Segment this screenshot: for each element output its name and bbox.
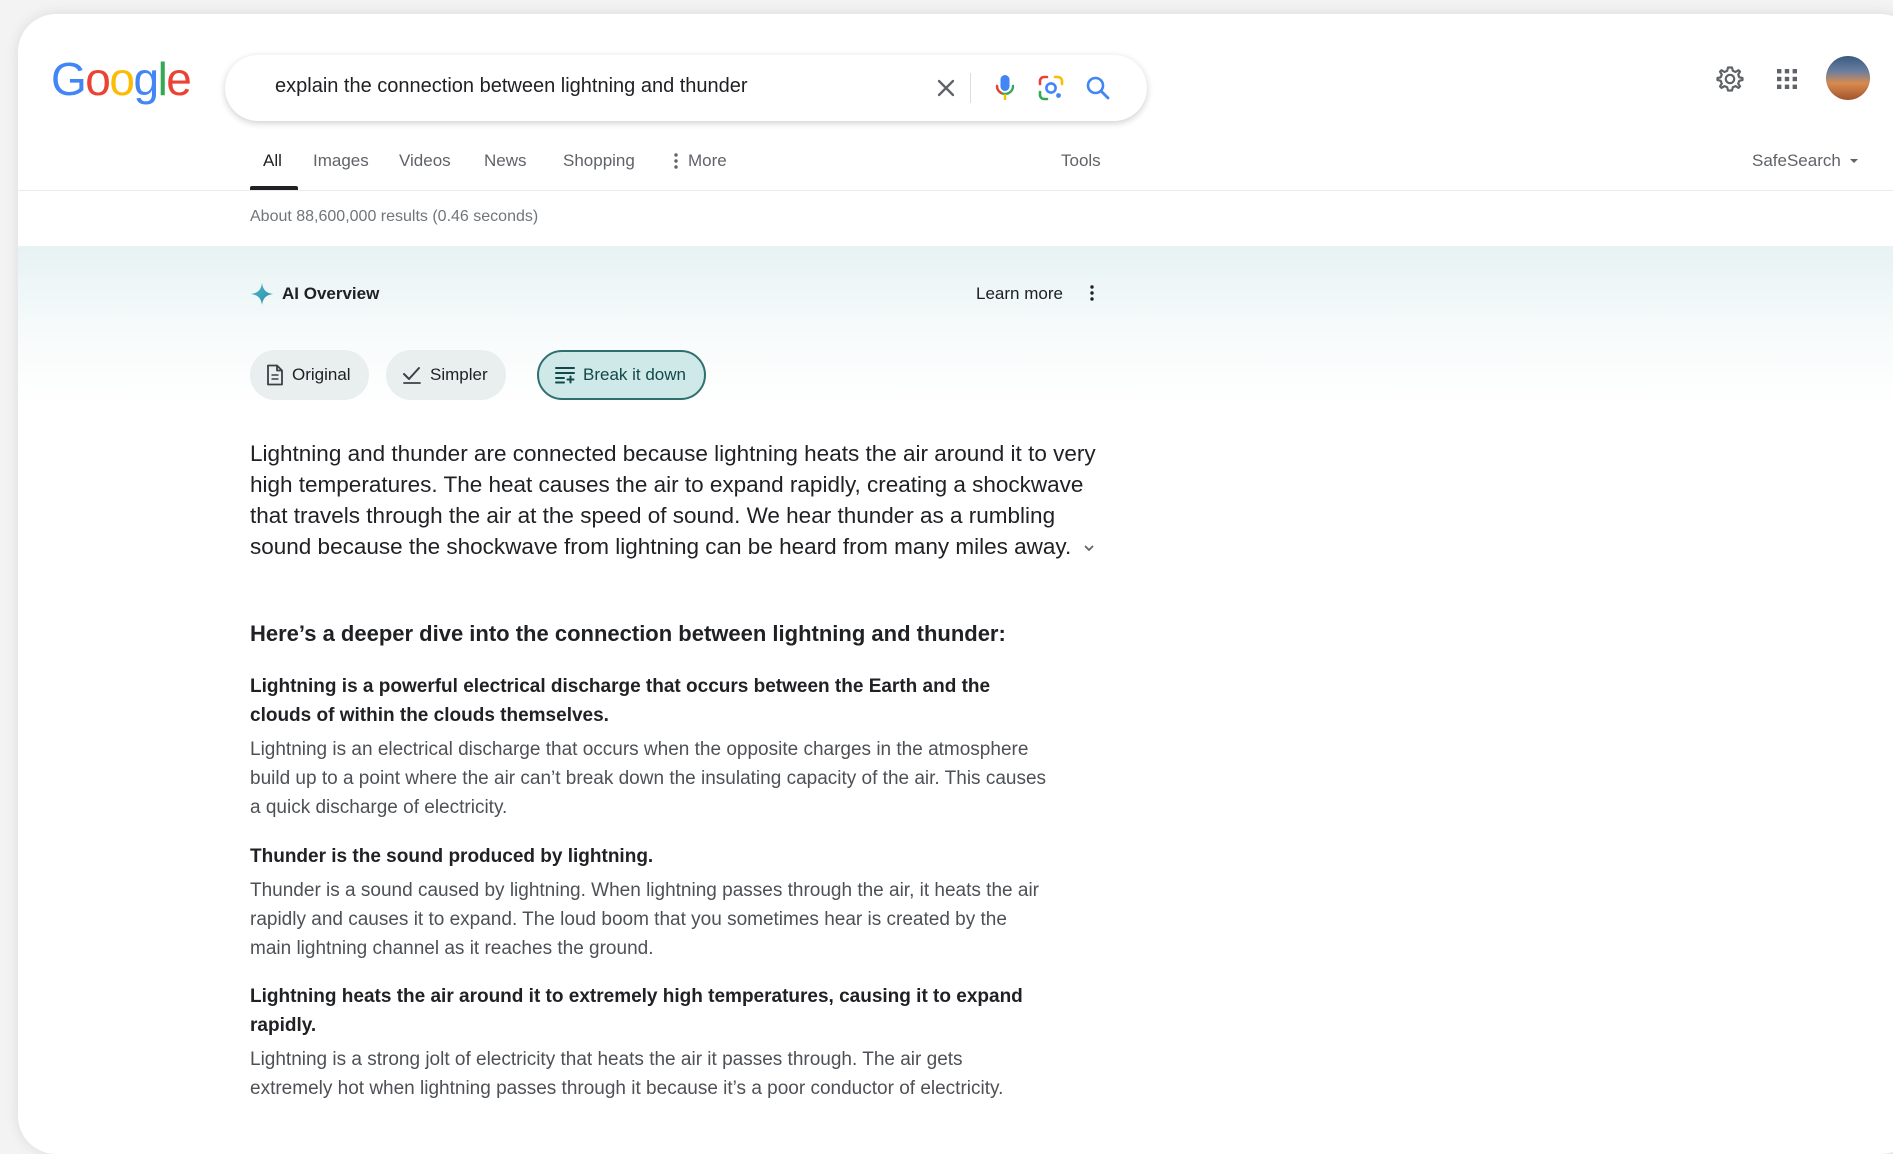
ai-section-body: Thunder is a sound caused by lightning. … [250,880,1039,959]
ai-overview-summary-text: Lightning and thunder are connected beca… [250,441,1096,559]
ai-section-body: Lightning is a strong jolt of electricit… [250,1049,1004,1099]
ai-overview-title: AI Overview [250,282,379,306]
google-lens-icon[interactable] [1034,71,1068,105]
logo-letter: o [85,53,111,105]
logo-letter: e [166,53,192,105]
ai-section-heading: Lightning is a powerful electrical disch… [250,676,991,726]
logo-letter: o [109,53,135,105]
learn-more-link[interactable]: Learn more [976,284,1063,304]
chip-original-label: Original [292,365,351,384]
caret-down-icon [1849,159,1858,163]
chevron-down-icon[interactable] [1081,533,1097,564]
browser-window: Google explain the connection between li… [18,14,1893,1154]
tab-videos[interactable]: Videos [399,151,451,171]
tab-news[interactable]: News [484,151,527,171]
ai-section-heading: Lightning heats the air around it to ext… [250,986,1023,1036]
search-divider [970,73,971,103]
more-vert-icon [674,153,678,169]
more-options-icon[interactable] [1082,280,1102,306]
tools-button[interactable]: Tools [1061,151,1101,171]
deep-dive-heading: Here’s a deeper dive into the connection… [250,621,1006,646]
chip-original[interactable]: Original [250,350,369,400]
nav-divider [18,190,1893,191]
chip-break-it-down-label: Break it down [583,365,686,384]
results-stats: About 88,600,000 results (0.46 seconds) [250,208,539,225]
ai-section-heading: Thunder is the sound produced by lightni… [250,846,654,867]
search-icon[interactable] [1081,71,1115,105]
tab-more-label: More [688,151,727,170]
avatar[interactable] [1826,56,1870,100]
ai-overview-summary: Lightning and thunder are connected beca… [250,438,1110,564]
check-icon [403,367,421,384]
logo-letter: l [157,53,168,105]
google-logo[interactable]: Google [51,53,192,105]
apps-grid-icon[interactable] [1767,59,1807,99]
chip-break-it-down[interactable]: Break it down [537,350,706,400]
safesearch-label: SafeSearch [1752,151,1841,170]
ai-overview-label: AI Overview [282,284,380,303]
close-icon[interactable] [929,71,963,105]
sparkle-icon [251,283,273,305]
search-input[interactable]: explain the connection between lightning… [275,75,748,98]
logo-letter: g [133,53,159,105]
list-icon [555,367,575,384]
microphone-icon[interactable] [988,71,1022,105]
search-box[interactable]: explain the connection between lightning… [225,55,1147,121]
chip-simpler[interactable]: Simpler [386,350,506,400]
ai-section: Lightning heats the air around it to ext… [250,982,1050,1103]
ai-section: Thunder is the sound produced by lightni… [250,842,1050,963]
gear-icon[interactable] [1710,59,1750,99]
tab-images[interactable]: Images [313,151,369,171]
chip-simpler-label: Simpler [430,365,488,384]
safesearch-menu[interactable]: SafeSearch [1752,151,1859,171]
tab-shopping[interactable]: Shopping [563,151,635,171]
ai-section-body: Lightning is an electrical discharge tha… [250,739,1047,818]
document-icon [267,364,283,386]
logo-letter: G [51,53,87,105]
tab-all[interactable]: All [263,151,282,171]
ai-section: Lightning is a powerful electrical disch… [250,672,1050,822]
tab-more[interactable]: More [674,151,727,171]
